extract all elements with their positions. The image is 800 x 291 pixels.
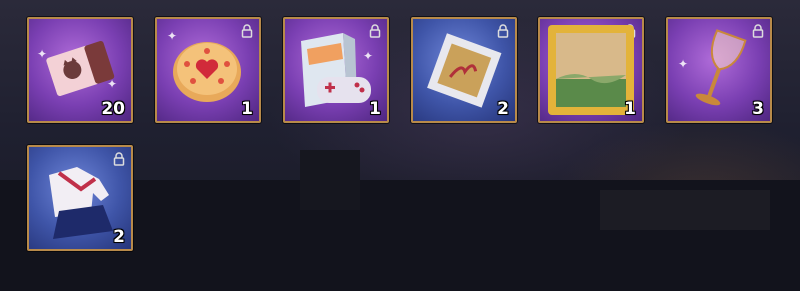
sparkle-icon: ✦ [37,47,48,61]
roof-silhouette [600,190,770,230]
item-quantity: 1 [241,99,253,119]
inventory-slot-gold-painting[interactable]: 1 [538,17,644,123]
inventory-slot-cookie[interactable]: ✦ 1 [155,17,261,123]
item-quantity: 2 [497,99,509,119]
item-quantity: 2 [113,227,125,247]
sparkle-icon: ✦ [107,77,118,91]
item-quantity: 3 [752,99,764,119]
inventory-slot-uniform[interactable]: 2 [27,145,133,251]
inventory-slot-console[interactable]: ✦ 1 [283,17,389,123]
item-quantity: 20 [101,99,125,119]
inventory-slot-painting[interactable]: 2 [411,17,517,123]
inventory-slot-wine-glass[interactable]: ✦ 3 [666,17,772,123]
sparkle-icon: ✦ [678,57,689,71]
item-quantity: 1 [624,99,636,119]
sparkle-icon: ✦ [363,49,374,63]
inventory-slot-ticket[interactable]: ✦ ✦ 20 [27,17,133,123]
pagoda-silhouette [300,150,360,210]
item-quantity: 1 [369,99,381,119]
sparkle-icon: ✦ [167,29,178,43]
